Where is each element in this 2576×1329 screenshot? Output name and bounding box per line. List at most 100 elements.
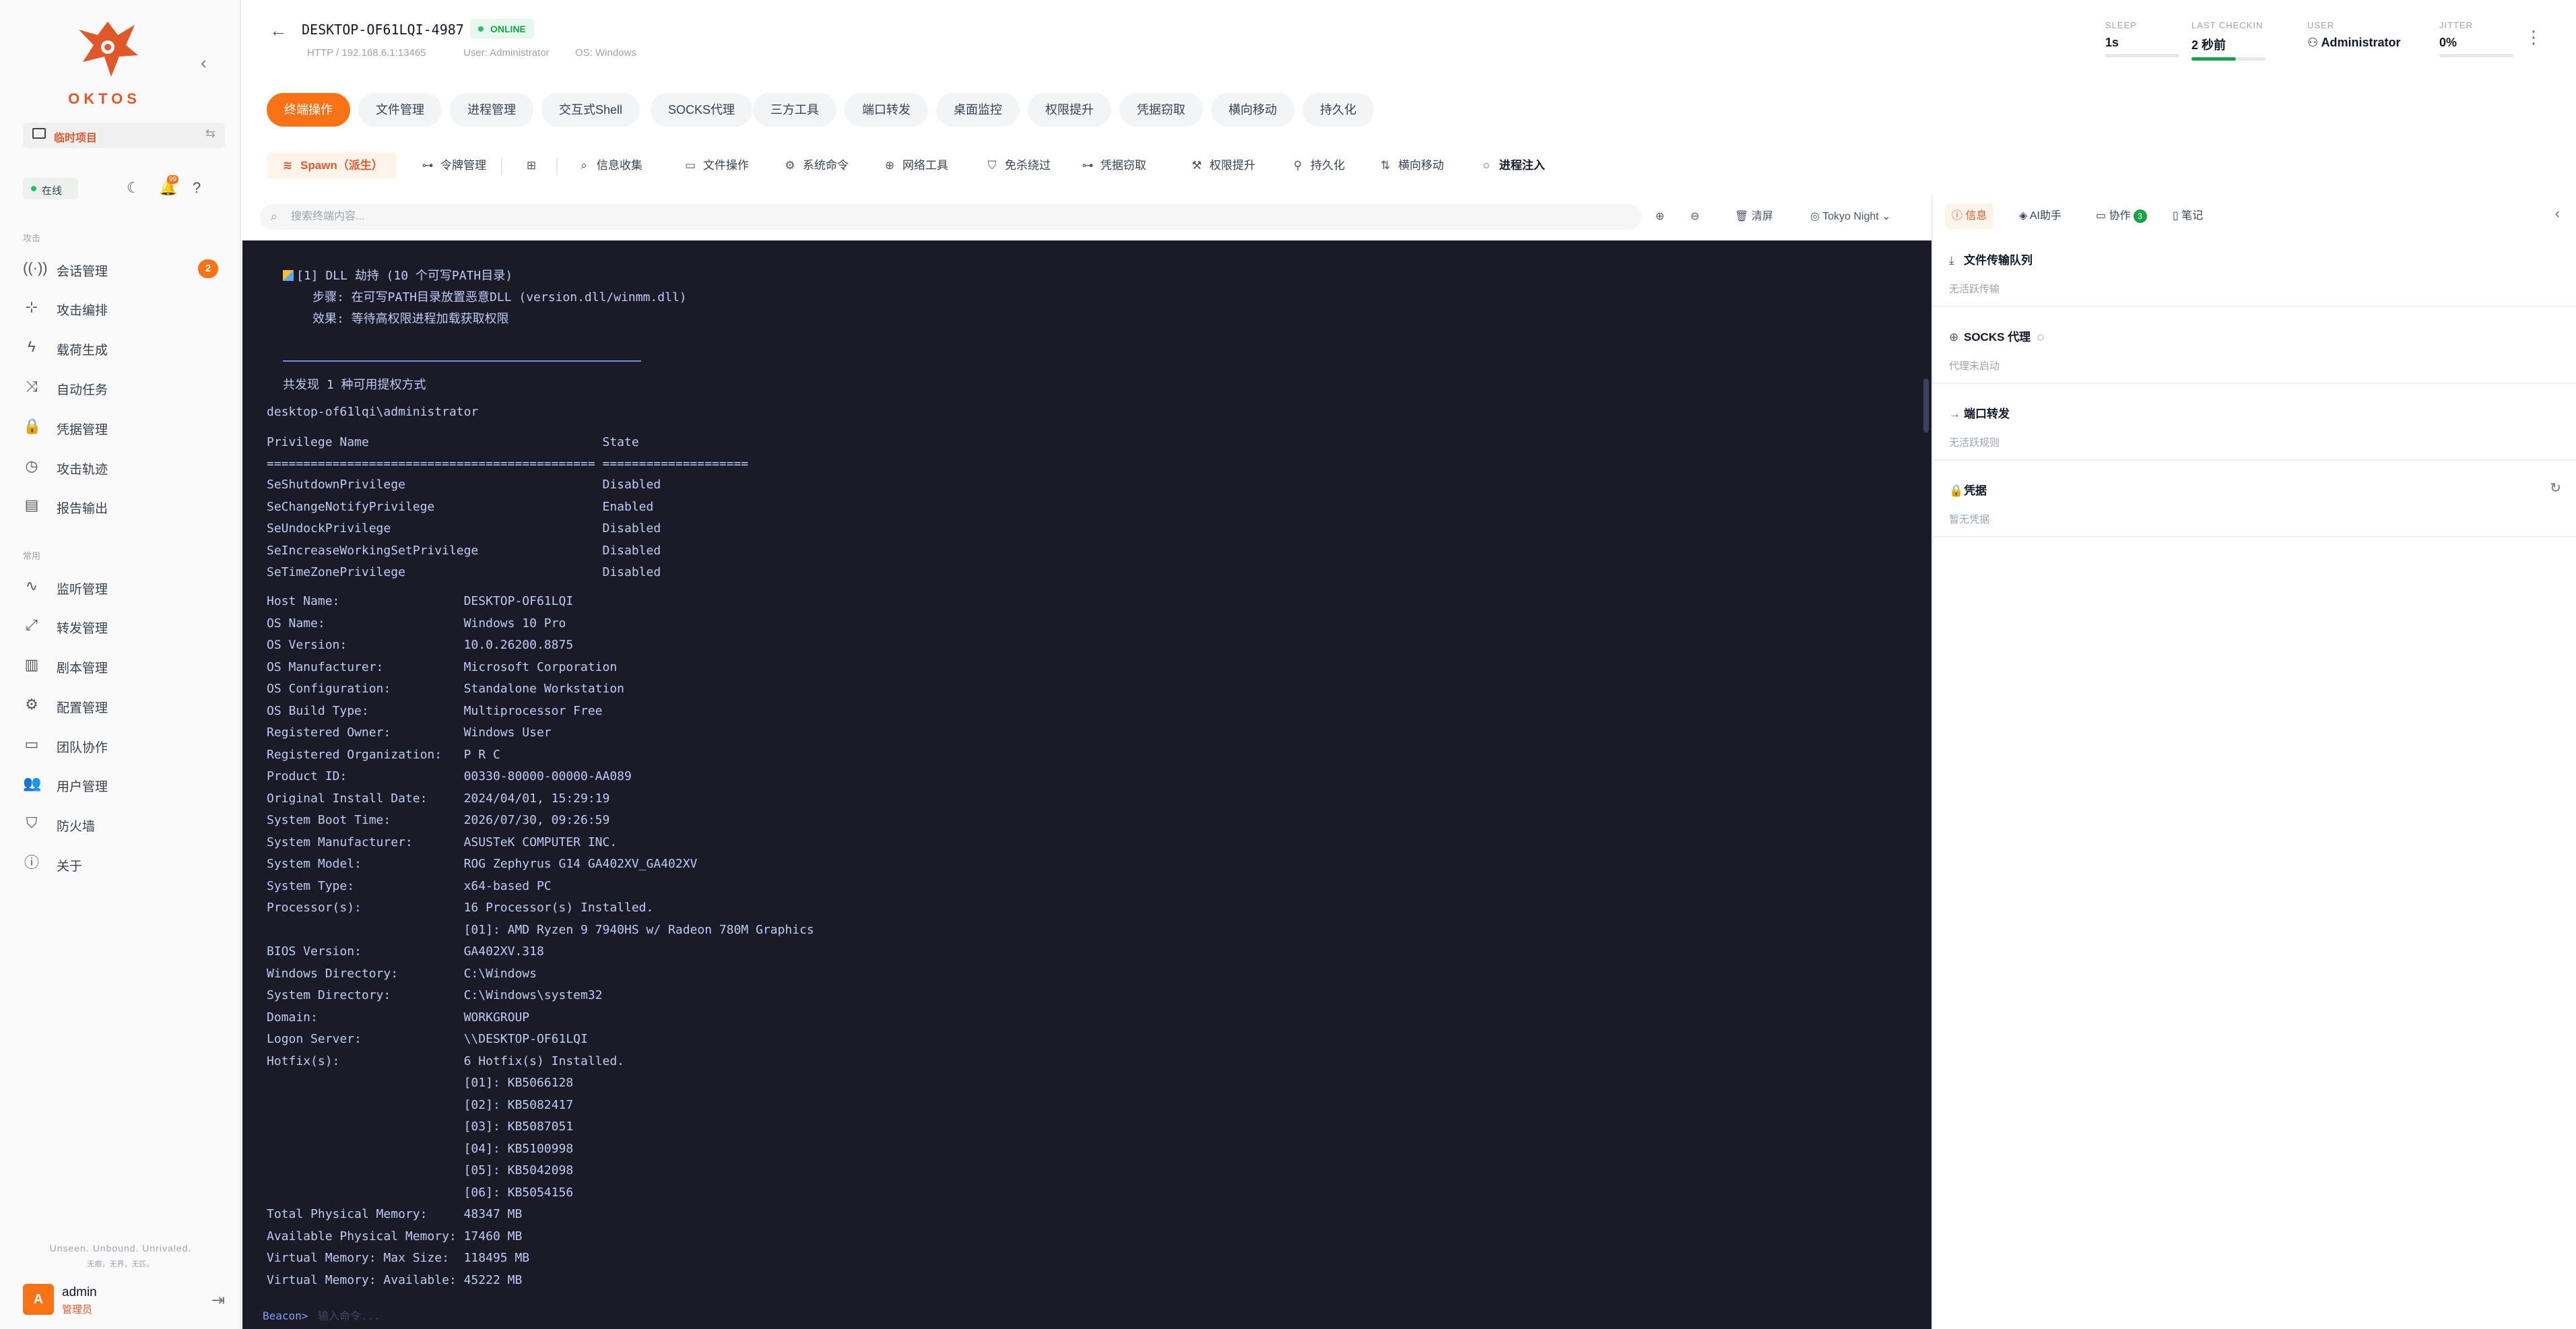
avatar[interactable]: A bbox=[23, 1284, 54, 1315]
globe-icon: ⊕ bbox=[1949, 331, 1959, 344]
layers-icon: ◈ bbox=[2019, 210, 2030, 222]
port-forward-section: → 端口转发 无活跃规则 bbox=[1933, 384, 2576, 461]
token-button[interactable]: ⊶ 令牌管理 bbox=[420, 152, 487, 179]
nav-about[interactable]: ⓘ 关于 bbox=[23, 849, 218, 876]
nav-credentials[interactable]: 🔒 凭据管理 bbox=[23, 413, 218, 440]
inject-button[interactable]: ○ 进程注入 bbox=[1479, 152, 1545, 179]
rtab-collab[interactable]: ▭ 协作 3 bbox=[2089, 203, 2154, 229]
rtab-ai[interactable]: ◈ AI助手 bbox=[2012, 203, 2068, 229]
online-label: 在线 bbox=[42, 185, 63, 197]
chevron-left-icon[interactable]: ‹ bbox=[201, 53, 207, 73]
user-icon: ⚇ bbox=[2307, 36, 2321, 49]
nav-firewall[interactable]: ⛉ 防火墙 bbox=[23, 810, 218, 837]
clock-icon: ◷ bbox=[25, 457, 38, 474]
tab-cred-theft[interactable]: 凭据窃取 bbox=[1119, 93, 1203, 127]
tab-processes[interactable]: 进程管理 bbox=[450, 93, 533, 127]
section-title-text: 凭据 bbox=[1964, 484, 1987, 497]
zoom-out-icon[interactable]: ⊖ bbox=[1690, 206, 1699, 228]
logout-icon[interactable]: ⇥ bbox=[211, 1291, 225, 1310]
tab-third-party[interactable]: 三方工具 bbox=[753, 93, 836, 127]
tab-interactive-shell[interactable]: 交互式Shell bbox=[541, 93, 640, 127]
nav-reports[interactable]: ▤ 报告输出 bbox=[23, 492, 218, 519]
nav-attack-trail[interactable]: ◷ 攻击轨迹 bbox=[23, 453, 218, 480]
nav-team[interactable]: ▭ 团队协作 bbox=[23, 731, 218, 758]
tab-terminal[interactable]: 终端操作 bbox=[267, 93, 350, 127]
cred-theft-button[interactable]: ⊶ 凭据窃取 bbox=[1080, 152, 1147, 179]
sleep-bar bbox=[2105, 54, 2179, 57]
tab-files[interactable]: 文件管理 bbox=[358, 93, 442, 127]
sysinfo-row: [03]: KB5087051 bbox=[267, 1120, 574, 1134]
sysinfo-row: Total Physical Memory: 48347 MB bbox=[267, 1207, 523, 1221]
spawn-button[interactable]: ≋ Spawn（派生） bbox=[267, 152, 397, 179]
nav-label: 凭据管理 bbox=[57, 423, 108, 437]
moon-icon[interactable]: ☾ bbox=[127, 179, 140, 197]
globe-icon: ⊕ bbox=[884, 159, 895, 172]
grid-icon: ⊞ bbox=[526, 159, 537, 172]
tab-desktop[interactable]: 桌面监控 bbox=[936, 93, 1020, 127]
info-icon: ⓘ bbox=[1952, 210, 1966, 222]
user-name: admin bbox=[62, 1285, 97, 1299]
file-ops-button[interactable]: ▭ 文件操作 bbox=[683, 152, 749, 179]
beacon-prompt: Beacon> bbox=[263, 1309, 308, 1322]
section-desc: 代理未启动 bbox=[1949, 360, 2000, 372]
divider bbox=[556, 158, 558, 175]
terminal-line: 步骤: 在可写PATH目录放置恶意DLL (version.dll/winmm.… bbox=[312, 290, 687, 304]
help-icon[interactable]: ? bbox=[193, 179, 201, 197]
switch-icon[interactable]: ⇆ bbox=[205, 127, 216, 141]
rtab-notes[interactable]: ▯ 笔记 bbox=[2166, 203, 2210, 229]
arrows-icon: ⇅ bbox=[1380, 159, 1391, 172]
nav-users[interactable]: 👥 用户管理 bbox=[23, 770, 218, 797]
lateral-button[interactable]: ⇅ 横向移动 bbox=[1378, 152, 1444, 179]
network-button[interactable]: ⊕ 网络工具 bbox=[882, 152, 948, 179]
project-selector[interactable]: 临时项目 ⇆ bbox=[23, 123, 225, 148]
tab-lateral[interactable]: 横向移动 bbox=[1211, 93, 1294, 127]
tab-port-forward[interactable]: 端口转发 bbox=[845, 93, 928, 127]
search-icon: ⌕ bbox=[271, 209, 278, 223]
nav-label: 用户管理 bbox=[57, 780, 108, 794]
terminal-output[interactable]: [1] DLL 劫持 (10 个可写PATH目录) 步骤: 在可写PATH目录放… bbox=[242, 240, 1931, 1329]
sysinfo-row: Registered Owner: Windows User bbox=[267, 725, 552, 740]
section-desc: 暂无凭据 bbox=[1949, 514, 1990, 525]
zoom-in-icon[interactable]: ⊕ bbox=[1655, 206, 1664, 228]
sidebar: OKTOS ‹ 临时项目 ⇆ 在线 ☾ 🔔 99 ? 攻击 ((·)) 会话管理… bbox=[0, 0, 241, 1329]
theme-select[interactable]: ◎ Tokyo Night ⌄ bbox=[1810, 206, 1891, 228]
nav-orchestration[interactable]: ⊹ 攻击编排 bbox=[23, 294, 218, 321]
tab-persistence[interactable]: 持久化 bbox=[1302, 93, 1374, 127]
nav-label: 剧本管理 bbox=[57, 661, 108, 676]
palette-icon: ◎ bbox=[1810, 211, 1823, 222]
right-panel: ⓘ 信息 ◈ AI助手 ▭ 协作 3 ▯ 笔记 ‹ ⤓ 文件传输队列 无活跃传输 ⊕… bbox=[1931, 195, 2576, 1329]
checkin-bar bbox=[2191, 57, 2266, 61]
nav-auto-tasks[interactable]: ⤨ 自动任务 bbox=[23, 373, 218, 400]
online-status: 在线 bbox=[23, 178, 78, 199]
clear-button[interactable]: 🗑 清屏 bbox=[1735, 206, 1773, 228]
nav-config[interactable]: ⚙ 配置管理 bbox=[23, 691, 218, 718]
nav-listeners[interactable]: ∿ 监听管理 bbox=[23, 573, 218, 599]
nav-payload[interactable]: ϟ 载荷生成 bbox=[23, 333, 218, 360]
sysinfo-row: OS Manufacturer: Microsoft Corporation bbox=[267, 659, 618, 674]
terminal-scrollbar[interactable] bbox=[1923, 379, 1929, 432]
info-gather-button[interactable]: ⌕ 信息收集 bbox=[576, 152, 642, 179]
theme-label: Tokyo Night bbox=[1822, 211, 1879, 222]
privesc-button[interactable]: ⚒ 权限提升 bbox=[1189, 152, 1255, 179]
sysinfo-row: [05]: KB5042098 bbox=[267, 1163, 574, 1177]
tab-privesc[interactable]: 权限提升 bbox=[1028, 93, 1111, 127]
chevron-left-icon[interactable]: ‹ bbox=[2555, 205, 2560, 222]
rtab-info[interactable]: ⓘ 信息 bbox=[1945, 203, 1994, 229]
tool-label: 令牌管理 bbox=[440, 159, 486, 172]
command-input[interactable] bbox=[318, 1306, 1530, 1325]
nav-sessions[interactable]: ((·)) 会话管理 2 bbox=[23, 255, 218, 282]
tab-socks[interactable]: SOCKS代理 bbox=[651, 93, 753, 127]
sys-cmd-button[interactable]: ⚙ 系统命令 bbox=[783, 152, 849, 179]
grid-button[interactable]: ⊞ bbox=[524, 152, 544, 179]
evasion-button[interactable]: ⛉ 免杀绕过 bbox=[985, 152, 1051, 179]
back-arrow-icon[interactable]: ← bbox=[269, 20, 287, 41]
sysinfo-row: Domain: WORKGROUP bbox=[267, 1010, 530, 1025]
more-vertical-icon[interactable]: ⋮ bbox=[2525, 27, 2542, 48]
sysinfo-row: System Directory: C:\Windows\system32 bbox=[267, 988, 603, 1002]
sysinfo-row: Windows Directory: C:\Windows bbox=[267, 966, 537, 981]
refresh-icon[interactable]: ↻ bbox=[2550, 480, 2561, 496]
nav-forwarding[interactable]: ⤢ 转发管理 bbox=[23, 612, 218, 639]
terminal-search-input[interactable] bbox=[291, 207, 1631, 227]
nav-playbooks[interactable]: ▥ 剧本管理 bbox=[23, 651, 218, 678]
persistence-button[interactable]: ⚲ 持久化 bbox=[1290, 152, 1345, 179]
